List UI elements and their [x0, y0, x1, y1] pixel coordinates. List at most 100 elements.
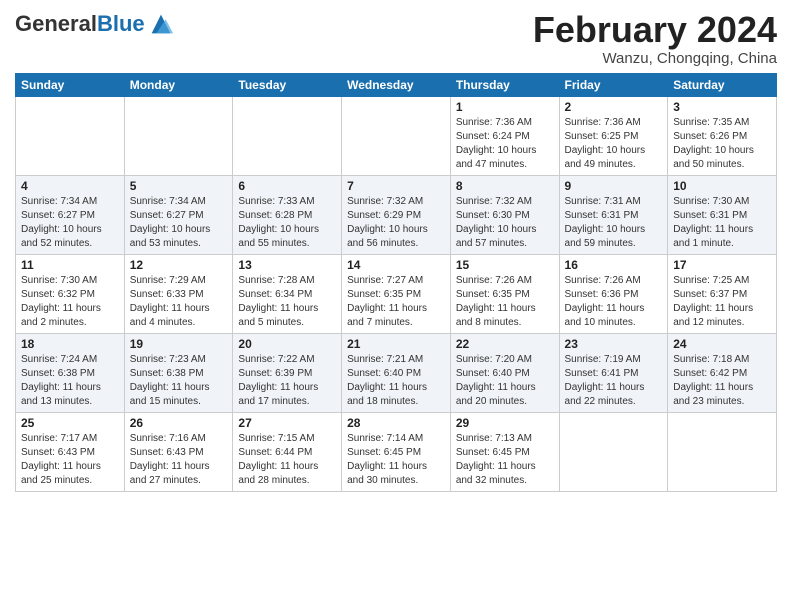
calendar-cell: 26 Sunrise: 7:16 AM Sunset: 6:43 PM Dayli…: [124, 412, 233, 491]
calendar-cell: [342, 96, 451, 175]
day-detail: Sunrise: 7:34 AM Sunset: 6:27 PM Dayligh…: [130, 195, 228, 251]
calendar-cell: 16Sunrise: 7:26 AM Sunset: 6:36 PM Dayli…: [559, 254, 668, 333]
logo: GeneralBlue: [15, 10, 175, 38]
day-number: 17: [673, 258, 771, 272]
calendar-cell: 18Sunrise: 7:24 AM Sunset: 6:38 PM Dayli…: [16, 333, 125, 412]
day-detail: Sunrise: 7:15 AM Sunset: 6:44 PM Dayligh…: [238, 432, 336, 488]
header: GeneralBlue February 2024 Wanzu, Chongqi…: [15, 10, 777, 67]
calendar-week-2: 4 Sunrise: 7:34 AM Sunset: 6:27 PM Daylig…: [16, 175, 777, 254]
calendar-cell: 11 Sunrise: 7:30 AM Sunset: 6:32 PM Dayli…: [16, 254, 125, 333]
day-number: 11: [21, 258, 119, 272]
day-detail: Sunrise: 7:31 AM Sunset: 6:31 PM Dayligh…: [565, 195, 663, 251]
calendar-cell: 25 Sunrise: 7:17 AM Sunset: 6:43 PM Dayli…: [16, 412, 125, 491]
calendar-cell: 10 Sunrise: 7:30 AM Sunset: 6:31 PM Dayli…: [668, 175, 777, 254]
day-detail: Sunrise: 7:16 AM Sunset: 6:43 PM Dayligh…: [130, 432, 228, 488]
month-title: February 2024: [533, 10, 777, 50]
day-number: 13: [238, 258, 336, 272]
calendar-cell: [16, 96, 125, 175]
day-detail: Sunrise: 7:28 AM Sunset: 6:34 PM Dayligh…: [238, 274, 336, 330]
day-number: 4: [21, 179, 119, 193]
day-number: 27: [238, 416, 336, 430]
calendar-cell: 12 Sunrise: 7:29 AM Sunset: 6:33 PM Dayli…: [124, 254, 233, 333]
logo-blue-text: Blue: [97, 11, 145, 36]
day-number: 20: [238, 337, 336, 351]
day-detail: Sunrise: 7:30 AM Sunset: 6:32 PM Dayligh…: [21, 274, 119, 330]
day-number: 12: [130, 258, 228, 272]
day-detail: Sunrise: 7:26 AM Sunset: 6:35 PM Dayligh…: [456, 274, 554, 330]
day-detail: Sunrise: 7:36 AM Sunset: 6:25 PM Dayligh…: [565, 116, 663, 172]
weekday-header-monday: Monday: [124, 73, 233, 96]
calendar-header: SundayMondayTuesdayWednesdayThursdayFrid…: [16, 73, 777, 96]
calendar-cell: 15 Sunrise: 7:26 AM Sunset: 6:35 PM Dayli…: [450, 254, 559, 333]
calendar-cell: 24 Sunrise: 7:18 AM Sunset: 6:42 PM Dayli…: [668, 333, 777, 412]
calendar-cell: 2Sunrise: 7:36 AM Sunset: 6:25 PM Daylig…: [559, 96, 668, 175]
day-number: 5: [130, 179, 228, 193]
day-detail: Sunrise: 7:14 AM Sunset: 6:45 PM Dayligh…: [347, 432, 445, 488]
calendar-cell: 5 Sunrise: 7:34 AM Sunset: 6:27 PM Daylig…: [124, 175, 233, 254]
day-number: 26: [130, 416, 228, 430]
calendar-cell: 27 Sunrise: 7:15 AM Sunset: 6:44 PM Dayli…: [233, 412, 342, 491]
day-detail: Sunrise: 7:23 AM Sunset: 6:38 PM Dayligh…: [130, 353, 228, 409]
calendar-cell: 3 Sunrise: 7:35 AM Sunset: 6:26 PM Daylig…: [668, 96, 777, 175]
day-detail: Sunrise: 7:20 AM Sunset: 6:40 PM Dayligh…: [456, 353, 554, 409]
day-number: 24: [673, 337, 771, 351]
calendar-cell: 29 Sunrise: 7:13 AM Sunset: 6:45 PM Dayli…: [450, 412, 559, 491]
day-detail: Sunrise: 7:17 AM Sunset: 6:43 PM Dayligh…: [21, 432, 119, 488]
day-number: 29: [456, 416, 554, 430]
weekday-header-tuesday: Tuesday: [233, 73, 342, 96]
day-detail: Sunrise: 7:13 AM Sunset: 6:45 PM Dayligh…: [456, 432, 554, 488]
day-number: 8: [456, 179, 554, 193]
logo-general-text: General: [15, 11, 97, 36]
weekday-header-sunday: Sunday: [16, 73, 125, 96]
day-detail: Sunrise: 7:30 AM Sunset: 6:31 PM Dayligh…: [673, 195, 771, 251]
calendar-week-1: 1Sunrise: 7:36 AM Sunset: 6:24 PM Daylig…: [16, 96, 777, 175]
day-number: 23: [565, 337, 663, 351]
day-number: 6: [238, 179, 336, 193]
calendar-cell: 4 Sunrise: 7:34 AM Sunset: 6:27 PM Daylig…: [16, 175, 125, 254]
day-detail: Sunrise: 7:34 AM Sunset: 6:27 PM Dayligh…: [21, 195, 119, 251]
day-number: 3: [673, 100, 771, 114]
day-detail: Sunrise: 7:29 AM Sunset: 6:33 PM Dayligh…: [130, 274, 228, 330]
calendar-cell: 8 Sunrise: 7:32 AM Sunset: 6:30 PM Daylig…: [450, 175, 559, 254]
day-detail: Sunrise: 7:32 AM Sunset: 6:30 PM Dayligh…: [456, 195, 554, 251]
calendar-cell: 7Sunrise: 7:32 AM Sunset: 6:29 PM Daylig…: [342, 175, 451, 254]
day-number: 15: [456, 258, 554, 272]
calendar-cell: [233, 96, 342, 175]
calendar-cell: 23Sunrise: 7:19 AM Sunset: 6:41 PM Dayli…: [559, 333, 668, 412]
day-detail: Sunrise: 7:25 AM Sunset: 6:37 PM Dayligh…: [673, 274, 771, 330]
day-number: 28: [347, 416, 445, 430]
day-number: 9: [565, 179, 663, 193]
logo-icon: [147, 10, 175, 38]
page: GeneralBlue February 2024 Wanzu, Chongqi…: [0, 0, 792, 612]
weekday-row: SundayMondayTuesdayWednesdayThursdayFrid…: [16, 73, 777, 96]
title-block: February 2024 Wanzu, Chongqing, China: [533, 10, 777, 67]
weekday-header-thursday: Thursday: [450, 73, 559, 96]
calendar-cell: 1Sunrise: 7:36 AM Sunset: 6:24 PM Daylig…: [450, 96, 559, 175]
day-detail: Sunrise: 7:27 AM Sunset: 6:35 PM Dayligh…: [347, 274, 445, 330]
calendar-cell: 19Sunrise: 7:23 AM Sunset: 6:38 PM Dayli…: [124, 333, 233, 412]
weekday-header-friday: Friday: [559, 73, 668, 96]
day-detail: Sunrise: 7:18 AM Sunset: 6:42 PM Dayligh…: [673, 353, 771, 409]
calendar-cell: 21Sunrise: 7:21 AM Sunset: 6:40 PM Dayli…: [342, 333, 451, 412]
calendar-cell: 9 Sunrise: 7:31 AM Sunset: 6:31 PM Daylig…: [559, 175, 668, 254]
day-number: 22: [456, 337, 554, 351]
calendar-week-3: 11 Sunrise: 7:30 AM Sunset: 6:32 PM Dayli…: [16, 254, 777, 333]
calendar-body: 1Sunrise: 7:36 AM Sunset: 6:24 PM Daylig…: [16, 96, 777, 491]
day-detail: Sunrise: 7:35 AM Sunset: 6:26 PM Dayligh…: [673, 116, 771, 172]
day-detail: Sunrise: 7:26 AM Sunset: 6:36 PM Dayligh…: [565, 274, 663, 330]
day-number: 7: [347, 179, 445, 193]
day-number: 25: [21, 416, 119, 430]
calendar-cell: [668, 412, 777, 491]
calendar-cell: 14 Sunrise: 7:27 AM Sunset: 6:35 PM Dayli…: [342, 254, 451, 333]
day-number: 10: [673, 179, 771, 193]
weekday-header-wednesday: Wednesday: [342, 73, 451, 96]
day-detail: Sunrise: 7:33 AM Sunset: 6:28 PM Dayligh…: [238, 195, 336, 251]
calendar-table: SundayMondayTuesdayWednesdayThursdayFrid…: [15, 73, 777, 492]
day-detail: Sunrise: 7:22 AM Sunset: 6:39 PM Dayligh…: [238, 353, 336, 409]
location: Wanzu, Chongqing, China: [533, 50, 777, 67]
day-number: 18: [21, 337, 119, 351]
day-number: 14: [347, 258, 445, 272]
calendar-week-5: 25 Sunrise: 7:17 AM Sunset: 6:43 PM Dayli…: [16, 412, 777, 491]
calendar-cell: 22 Sunrise: 7:20 AM Sunset: 6:40 PM Dayli…: [450, 333, 559, 412]
calendar-cell: 28 Sunrise: 7:14 AM Sunset: 6:45 PM Dayli…: [342, 412, 451, 491]
